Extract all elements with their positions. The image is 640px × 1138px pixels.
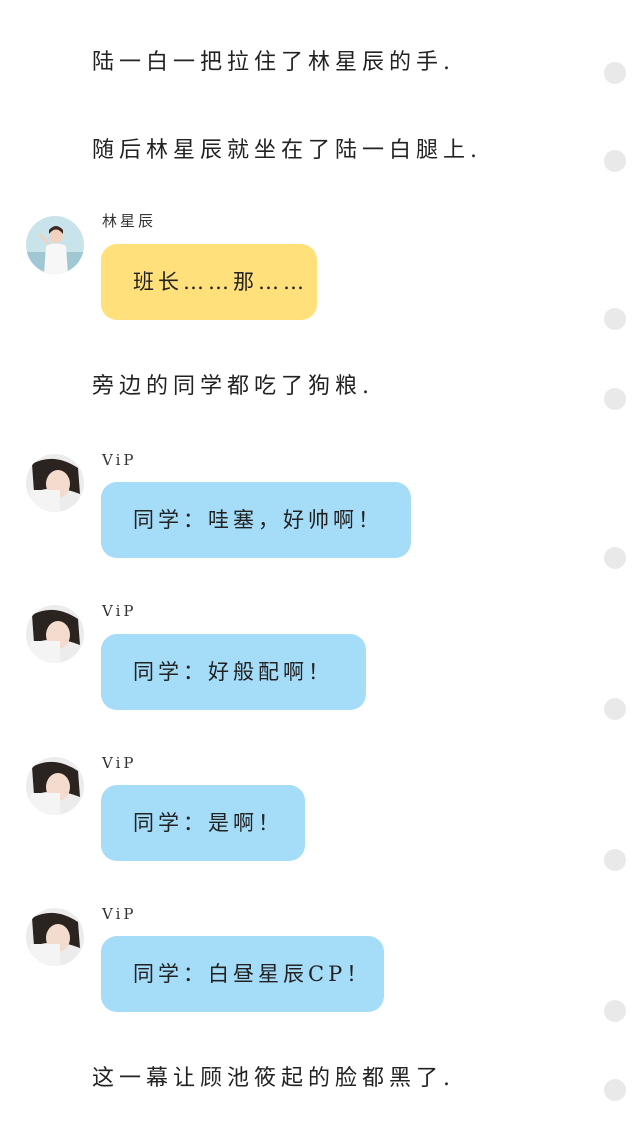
narration-line: 旁边的同学都吃了狗粮. [92,374,374,399]
girl-selfie-avatar-icon [26,605,84,663]
side-dot [604,388,626,410]
message-bubble[interactable]: 同学：好般配啊！ [101,634,366,710]
avatar[interactable] [26,757,84,815]
side-dot [604,849,626,871]
avatar[interactable] [26,454,84,512]
message-bubble[interactable]: 同学：是啊！ [101,785,305,861]
sender-name: 林星辰 [102,212,157,230]
message-bubble[interactable]: 同学：白昼星辰CP！ [101,936,384,1012]
girl-selfie-avatar-icon [26,908,84,966]
narration-line: 陆一白一把拉住了林星辰的手. [92,50,455,75]
sender-name: ViP [102,905,137,923]
avatar[interactable] [26,605,84,663]
side-dot [604,308,626,330]
sender-name: ViP [102,602,137,620]
side-dot [604,150,626,172]
girl-selfie-avatar-icon [26,757,84,815]
side-dot [604,698,626,720]
side-dot [604,1079,626,1101]
narration-line: 这一幕让顾池筱起的脸都黑了. [92,1066,455,1091]
sender-name: ViP [102,754,137,772]
message-bubble[interactable]: 同学：哇塞，好帅啊！ [101,482,411,558]
side-dot [604,1000,626,1022]
narration-line: 随后林星辰就坐在了陆一白腿上. [92,138,482,163]
side-dot [604,62,626,84]
girl-standing-avatar-icon [26,216,84,274]
side-dot [604,547,626,569]
girl-selfie-avatar-icon [26,454,84,512]
avatar[interactable] [26,216,84,274]
message-bubble[interactable]: 班长……那…… [101,244,317,320]
sender-name: ViP [102,451,137,469]
avatar[interactable] [26,908,84,966]
